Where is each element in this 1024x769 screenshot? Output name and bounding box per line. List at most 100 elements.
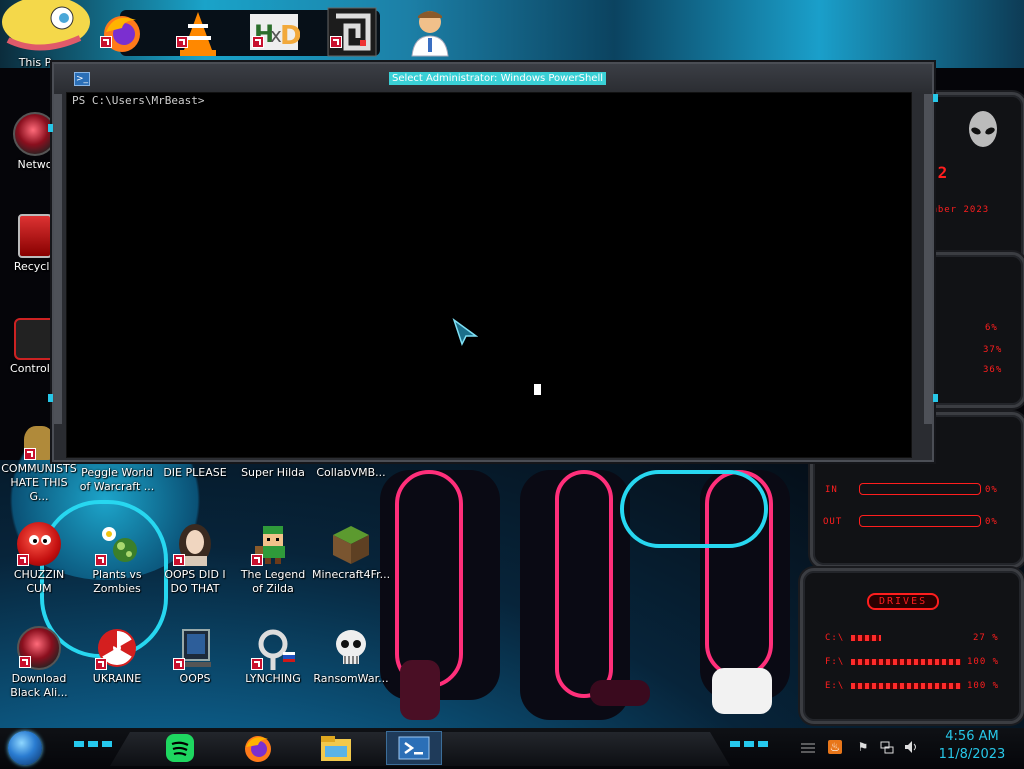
desktop-icon-label: OOPS — [179, 672, 211, 685]
shortcut-arrow-icon — [95, 658, 107, 670]
drive-c-label: C:\ — [825, 633, 845, 643]
desktop-icon-label: CHUZZIN CUM — [13, 568, 65, 595]
action-center-flag-icon[interactable]: ⚑ — [856, 740, 870, 754]
desktop-icon-label: Super Hilda — [241, 466, 305, 479]
shortcut-arrow-icon — [176, 36, 188, 48]
java-update-icon[interactable]: ♨ — [828, 740, 842, 754]
tray-overflow-icon[interactable] — [800, 740, 816, 754]
alien-orb-icon — [13, 112, 57, 156]
drive-c-value: 27 % — [973, 633, 999, 643]
skull-icon — [329, 626, 373, 670]
frame-led — [48, 124, 53, 132]
window-titlebar[interactable]: >_ Select Administrator: Windows PowerSh… — [54, 64, 932, 92]
taskbar: ♨ ⚑ 4:56 AM 11/8/2023 — [0, 728, 1024, 768]
portrait-icon — [173, 522, 217, 566]
desktop-icon-minecraft[interactable]: Minecraft4Fr... — [312, 522, 390, 582]
knot-icon — [251, 626, 295, 670]
window-left-frame — [54, 94, 62, 424]
desktop-icon-lynching[interactable]: LYNCHING — [234, 626, 312, 686]
frame-led — [933, 394, 938, 402]
console-output-area[interactable]: PS C:\Users\MrBeast> — [66, 92, 912, 458]
mouse-pointer-icon — [452, 318, 478, 346]
powershell-window[interactable]: >_ Select Administrator: Windows PowerSh… — [48, 62, 938, 462]
start-button[interactable] — [8, 731, 42, 765]
wallpaper-white-shoe — [712, 668, 772, 714]
drive-e-bar — [851, 683, 961, 689]
text-cursor — [534, 384, 541, 395]
volume-icon[interactable] — [904, 740, 918, 754]
grass-block-icon — [329, 522, 373, 566]
shortcut-arrow-icon — [252, 36, 264, 48]
desktop-icon-label: LYNCHING — [245, 672, 301, 685]
control-panel-glyph-icon — [14, 318, 56, 360]
spotify-icon — [166, 734, 194, 762]
cartoon-character-icon[interactable] — [0, 0, 92, 56]
red-fuzzball-icon — [17, 522, 61, 566]
desktop-icon-label: RansomWar... — [313, 672, 389, 685]
desktop-icon-label: Peggle World of Warcraft ... — [79, 466, 155, 493]
taskbar-clock[interactable]: 4:56 AM 11/8/2023 — [932, 728, 1012, 764]
wallpaper-pink-outline — [555, 470, 613, 698]
cpu-value-1: 6% — [985, 323, 998, 333]
desktop-icon-label: CollabVMB... — [316, 466, 386, 479]
taskbar-file-explorer[interactable] — [316, 731, 356, 765]
hxd-icon[interactable]: HxD — [248, 6, 302, 58]
desktop-icon-oops[interactable]: OOPS — [156, 626, 234, 686]
clock-date: 11/8/2023 — [938, 747, 1006, 762]
shortcut-arrow-icon — [173, 658, 185, 670]
drive-f-bar — [851, 659, 961, 665]
cpu-widget: m 6% 37% 36% — [920, 252, 1024, 408]
wallpaper-shoe — [400, 660, 440, 720]
cpu-value-3: 36% — [983, 365, 1003, 375]
computer-icon — [173, 626, 217, 670]
desktop-icon-chuzzin[interactable]: CHUZZIN CUM — [0, 522, 78, 596]
vlc-icon[interactable] — [172, 6, 224, 58]
drive-f-label: F:\ — [825, 657, 845, 667]
console-prompt: PS C:\Users\MrBeast> — [72, 94, 205, 107]
wallpaper-shoe — [590, 680, 650, 706]
desktop-icon-download-black-alien[interactable]: Download Black Ali... — [0, 626, 78, 700]
doctor-icon[interactable] — [404, 6, 456, 58]
cpu-value-2: 37% — [983, 345, 1003, 355]
wallpaper-pink-outline — [395, 470, 463, 688]
network-out-label: OUT — [823, 517, 843, 527]
window-title: Select Administrator: Windows PowerShell — [389, 72, 607, 85]
shortcut-arrow-icon — [251, 658, 263, 670]
taskbar-led-strip — [74, 741, 114, 747]
maze-icon[interactable] — [326, 6, 378, 58]
network-tray-icon[interactable] — [880, 740, 894, 754]
desktop-icon-oops-did-i[interactable]: OOPS DID I DO THAT — [156, 522, 234, 596]
shortcut-arrow-icon — [251, 554, 263, 566]
alien-orb-icon — [17, 626, 61, 670]
powershell-app-icon[interactable]: >_ — [74, 72, 90, 86]
shortcut-arrow-icon — [95, 554, 107, 566]
network-in-bar — [859, 483, 981, 495]
alienware-logo-icon — [969, 111, 997, 147]
drive-c-bar — [851, 635, 881, 641]
date-month: ember 2023 — [925, 205, 990, 215]
network-in-label: IN — [825, 485, 838, 495]
svg-text:D: D — [280, 21, 300, 51]
drive-e-value: 100 % — [967, 681, 1000, 691]
date-widget: 02 ember 2023 — [920, 92, 1024, 278]
shortcut-arrow-icon — [173, 554, 185, 566]
desktop-icon-label: Download Black Ali... — [10, 672, 68, 699]
frame-led — [933, 94, 938, 102]
desktop-icon-legend-of-zilda[interactable]: The Legend of Zilda — [234, 522, 312, 596]
shortcut-arrow-icon — [17, 554, 29, 566]
taskbar-spotify[interactable] — [160, 731, 200, 765]
taskbar-firefox[interactable] — [238, 731, 278, 765]
desktop-icon-label: The Legend of Zilda — [240, 568, 306, 595]
desktop-icon-ukraine[interactable]: UKRAINE — [78, 626, 156, 686]
desktop-icon-ransomware[interactable]: RansomWar... — [312, 626, 390, 686]
trash-can-icon — [18, 214, 52, 258]
desktop-icon-label: OOPS DID I DO THAT — [164, 568, 226, 595]
drives-widget: DRIVES C:\ 27 % F:\ 100 % E:\ 100 % — [800, 568, 1024, 724]
taskbar-led-strip — [730, 741, 770, 747]
desktop-icon-label: DIE PLEASE — [163, 466, 227, 479]
desktop-icon-plants-vs-zombies[interactable]: Plants vs Zombies — [78, 522, 156, 596]
taskbar-powershell[interactable] — [386, 731, 442, 765]
frame-led — [48, 394, 53, 402]
radiation-icon — [95, 626, 139, 670]
firefox-icon[interactable] — [96, 6, 148, 58]
